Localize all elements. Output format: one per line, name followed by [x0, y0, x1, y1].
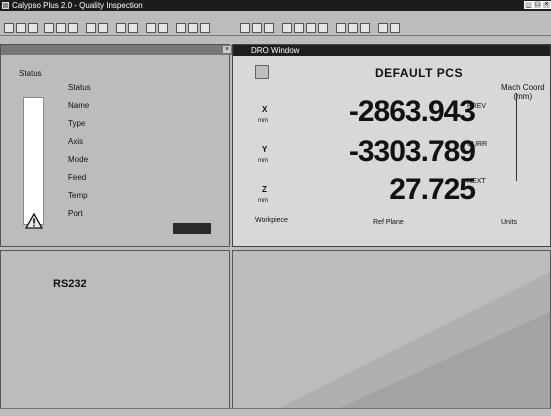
- toolbar-step-icon[interactable]: [264, 23, 274, 33]
- selection-list[interactable]: [23, 97, 44, 225]
- rs232-label: RS232: [53, 278, 87, 290]
- toolbar-cut-icon[interactable]: [44, 23, 54, 33]
- minimize-button[interactable]: _: [524, 1, 533, 9]
- toolbar-print-icon[interactable]: [86, 23, 96, 33]
- app-icon: [2, 2, 9, 9]
- coordinate-value-z: 27.725: [389, 173, 476, 206]
- axis-label-x: X: [262, 105, 268, 114]
- window-title: Calypso Plus 2.0 - Quality Inspection: [12, 1, 143, 10]
- close-button[interactable]: ×: [542, 1, 551, 9]
- toolbar-cone-icon[interactable]: [348, 23, 358, 33]
- toolbar-preview-icon[interactable]: [98, 23, 108, 33]
- toolbar-point-icon[interactable]: [282, 23, 292, 33]
- warning-icon: [25, 213, 43, 229]
- toolbar-save-icon[interactable]: [28, 23, 38, 33]
- dro-window-title: DRO Window: [251, 46, 300, 55]
- side-label-x: PREV: [467, 103, 487, 110]
- title-bar: Calypso Plus 2.0 - Quality Inspection _ …: [0, 0, 551, 11]
- side-label-y: CURR: [467, 141, 488, 148]
- toolbar-cylinder-icon[interactable]: [336, 23, 346, 33]
- coordinate-value-x: -2863.943: [348, 95, 476, 128]
- bottom-label-refplane: Ref Plane: [373, 219, 404, 226]
- property-row: Type: [68, 119, 86, 128]
- toolbar-paste-icon[interactable]: [68, 23, 78, 33]
- side-label-z: NEXT: [467, 178, 486, 185]
- graphics-pane[interactable]: [232, 250, 551, 410]
- property-row: Mode: [68, 155, 89, 164]
- property-row: Temp: [68, 191, 88, 200]
- unit-label-y: mm: [258, 158, 268, 164]
- menu-bar: [0, 11, 551, 21]
- toolbar-help-icon[interactable]: [390, 23, 400, 33]
- toolbar-probe-icon[interactable]: [188, 23, 198, 33]
- property-row: Status: [68, 83, 91, 92]
- machine-coord-label: Mach Coord (mm): [501, 83, 545, 101]
- dro-window-header: DRO Window: [233, 45, 550, 56]
- toolbar-redo-icon[interactable]: [128, 23, 138, 33]
- toolbar-zoom-icon[interactable]: [146, 23, 156, 33]
- unit-label-x: mm: [258, 118, 268, 124]
- axis-label-y: Y: [262, 145, 268, 154]
- maximize-button[interactable]: □: [533, 1, 542, 9]
- toolbar-line-icon[interactable]: [294, 23, 304, 33]
- serial-pane: RS232: [0, 250, 230, 410]
- bottom-label-units: Units: [501, 219, 517, 226]
- toolbar-circle-icon[interactable]: [318, 23, 328, 33]
- scale-indicator: [516, 93, 517, 181]
- axis-label-z: Z: [262, 185, 267, 194]
- toolbar-open-icon[interactable]: [16, 23, 26, 33]
- properties-window: × Status Status Name Type Axis Mode Feed…: [0, 44, 233, 247]
- pcs-label: DEFAULT PCS: [375, 66, 463, 80]
- tab-status[interactable]: Status: [19, 69, 42, 78]
- toolbar-measure-icon[interactable]: [176, 23, 186, 33]
- toolbar-new-icon[interactable]: [4, 23, 14, 33]
- coordinate-system-icon[interactable]: [255, 65, 269, 79]
- properties-window-header: ×: [1, 45, 233, 55]
- dro-window: DRO Window DEFAULT PCS Mach Coord (mm) X…: [232, 44, 551, 247]
- bottom-label-workpiece: Workpiece: [255, 217, 288, 224]
- toolbar-sphere-icon[interactable]: [360, 23, 370, 33]
- coordinate-value-y: -3303.789: [348, 135, 476, 168]
- property-row: Name: [68, 101, 90, 110]
- toolbar-report-icon[interactable]: [378, 23, 388, 33]
- toolbar-pan-icon[interactable]: [158, 23, 168, 33]
- toolbar-run-icon[interactable]: [240, 23, 250, 33]
- toolbar-stop-icon[interactable]: [252, 23, 262, 33]
- property-row: Feed: [68, 173, 87, 182]
- toolbar-copy-icon[interactable]: [56, 23, 66, 33]
- graphics-view: [276, 272, 550, 409]
- toolbar-undo-icon[interactable]: [116, 23, 126, 33]
- toolbar-align-icon[interactable]: [200, 23, 210, 33]
- toolbar: [0, 21, 551, 36]
- toolbar-plane-icon[interactable]: [306, 23, 316, 33]
- apply-button[interactable]: [173, 223, 211, 234]
- property-row: Axis: [68, 137, 84, 146]
- unit-label-z: mm: [258, 198, 268, 204]
- property-row: Port: [68, 209, 83, 218]
- close-icon[interactable]: ×: [223, 46, 231, 53]
